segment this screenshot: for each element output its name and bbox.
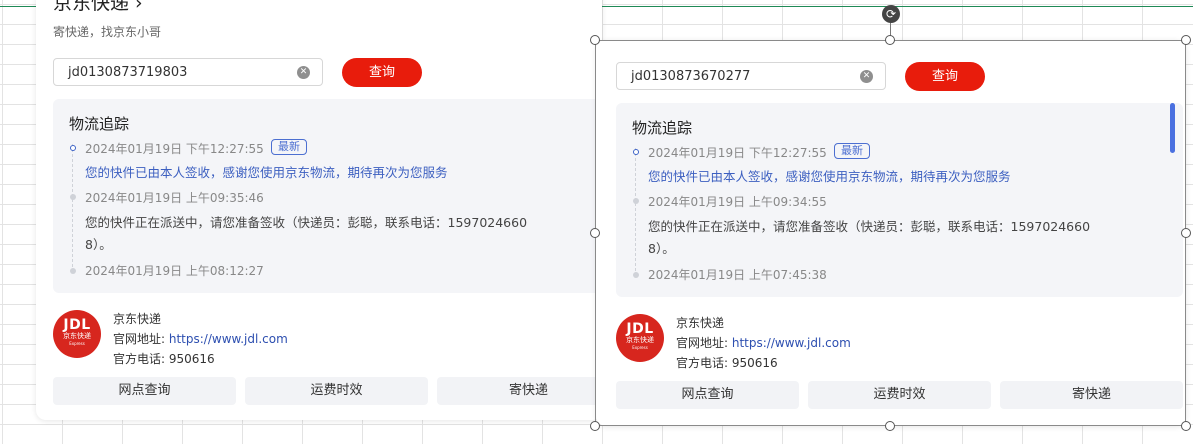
event-message: 您的快件已由本人签收，感谢您使用京东物流，期待再次为您服务: [648, 169, 1011, 184]
jd-express-widget-left[interactable]: 京东快递 › 寄快递，找京东小哥 jd0130873719803 ✕ 查询 物流…: [36, 0, 602, 420]
jdl-logo: JDL 京东快递 Express: [616, 314, 664, 362]
company-name: 京东快递: [113, 312, 162, 326]
timeline-dot: [633, 198, 639, 204]
send-express-button[interactable]: 寄快递: [437, 377, 602, 405]
event-time: 2024年01月19日 上午08:12:27: [85, 264, 264, 278]
logo-express-text: Express: [632, 345, 648, 350]
tracking-title: 物流追踪: [632, 119, 693, 137]
event-message-cont: 8）。: [648, 241, 675, 256]
phone-number: 950616: [168, 352, 215, 366]
event-time: 2024年01月19日 下午12:27:55: [85, 142, 264, 156]
timeline-dot: [633, 272, 639, 278]
jdl-logo: JDL 京东快递 Express: [53, 310, 101, 358]
tracking-panel: 物流追踪 2024年01月19日 下午12:27:55 最新 您的快件已由本人签…: [616, 103, 1183, 297]
card-title[interactable]: 京东快递 ›: [53, 0, 143, 15]
clear-circle-icon[interactable]: ✕: [297, 66, 310, 79]
website-link[interactable]: https://www.jdl.com: [732, 336, 851, 350]
timeline-dot: [70, 268, 76, 274]
timeline-dot: [70, 194, 76, 200]
event-message: 您的快件已由本人签收，感谢您使用京东物流，期待再次为您服务: [85, 165, 448, 180]
event-time: 2024年01月19日 上午09:34:55: [648, 195, 827, 209]
resize-handle-top-left[interactable]: [590, 35, 600, 45]
tracking-number-value: jd0130873670277: [631, 69, 751, 84]
event-time: 2024年01月19日 上午09:35:46: [85, 191, 264, 205]
tracking-panel: 物流追踪 2024年01月19日 下午12:27:55 最新 您的快件已由本人签…: [53, 99, 602, 293]
card-subtitle: 寄快递，找京东小哥: [53, 25, 162, 39]
branch-query-button[interactable]: 网点查询: [616, 381, 799, 409]
phone-number: 950616: [731, 356, 778, 370]
company-name: 京东快递: [676, 316, 725, 330]
event-time: 2024年01月19日 上午07:45:38: [648, 268, 827, 282]
phone-row: 官方电话: 950616: [113, 350, 215, 367]
rotate-handle-icon[interactable]: ⟳: [882, 5, 900, 23]
event-message: 您的快件正在派送中，请您准备签收（快递员：彭聪，联系电话：1597024660: [648, 219, 1091, 234]
logo-text: JDL: [63, 317, 91, 333]
latest-badge: 最新: [834, 143, 870, 159]
latest-badge: 最新: [271, 139, 307, 155]
timeline-line: [635, 148, 636, 276]
phone-label: 官方电话:: [113, 352, 166, 366]
tracking-number-value: jd0130873719803: [68, 65, 188, 80]
phone-row: 官方电话: 950616: [676, 354, 778, 371]
tracking-number-input[interactable]: jd0130873719803 ✕: [53, 58, 323, 86]
logo-subtext: 京东快递: [626, 336, 654, 344]
resize-handle-left[interactable]: [590, 228, 600, 238]
logo-text: JDL: [626, 321, 654, 337]
phone-label: 官方电话:: [676, 356, 729, 370]
resize-handle-bottom-left[interactable]: [590, 421, 600, 431]
logo-express-text: Express: [69, 341, 85, 346]
resize-handle-right[interactable]: [1181, 228, 1191, 238]
website-label: 官网地址:: [113, 332, 166, 346]
tracking-title: 物流追踪: [69, 115, 130, 133]
tracking-number-input[interactable]: jd0130873670277 ✕: [616, 62, 886, 90]
resize-handle-bottom-right[interactable]: [1181, 421, 1191, 431]
resize-handle-top-right[interactable]: [1181, 35, 1191, 45]
logo-subtext: 京东快递: [63, 332, 91, 340]
clear-circle-icon[interactable]: ✕: [860, 70, 873, 83]
branch-query-button[interactable]: 网点查询: [53, 377, 236, 405]
shipping-rate-button[interactable]: 运费时效: [808, 381, 991, 409]
spreadsheet-canvas: 京东快递 › 寄快递，找京东小哥 jd0130873719803 ✕ 查询 物流…: [0, 0, 1193, 444]
website-row: 官网地址: https://www.jdl.com: [676, 334, 851, 351]
resize-handle-bottom[interactable]: [885, 421, 895, 431]
timeline-dot-latest: [70, 145, 76, 151]
jd-express-widget-right[interactable]: jd0130873670277 ✕ 查询 物流追踪 2024年01月19日 下午…: [596, 40, 1186, 426]
shipping-rate-button[interactable]: 运费时效: [245, 377, 428, 405]
send-express-button[interactable]: 寄快递: [1000, 381, 1183, 409]
timeline-line: [72, 144, 73, 272]
query-button[interactable]: 查询: [905, 62, 985, 91]
timeline-dot-latest: [633, 149, 639, 155]
website-row: 官网地址: https://www.jdl.com: [113, 330, 288, 347]
panel-scrollbar[interactable]: [1170, 103, 1175, 153]
website-label: 官网地址:: [676, 336, 729, 350]
event-time: 2024年01月19日 下午12:27:55: [648, 146, 827, 160]
event-message-cont: 8）。: [85, 237, 112, 252]
event-message: 您的快件正在派送中，请您准备签收（快递员：彭聪，联系电话：1597024660: [85, 215, 528, 230]
resize-handle-top[interactable]: [885, 35, 895, 45]
website-link[interactable]: https://www.jdl.com: [169, 332, 288, 346]
query-button[interactable]: 查询: [342, 58, 422, 87]
rotate-stem: [890, 22, 891, 36]
